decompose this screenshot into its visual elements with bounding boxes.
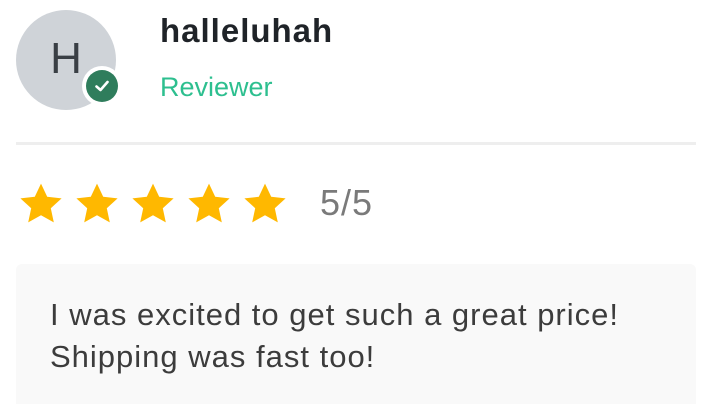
reviewer-role: Reviewer: [160, 72, 273, 102]
rating-score: 5/5: [320, 182, 374, 223]
star-icon: [20, 183, 62, 223]
star-rating: [16, 180, 290, 228]
reviewer-name: halleluhah: [160, 12, 334, 49]
review-text: I was excited to get such a great price!…: [50, 297, 619, 374]
star-icon: [244, 183, 286, 223]
star-icon: [132, 183, 174, 223]
star-icon: [76, 183, 118, 223]
divider: [16, 142, 696, 145]
star-icon: [188, 183, 230, 223]
review-card: H halleluhah Reviewer 5/5 I was excited …: [0, 0, 712, 404]
review-comment-box: I was excited to get such a great price!…: [16, 264, 696, 404]
avatar-initial: H: [50, 34, 82, 83]
verified-badge: [82, 66, 122, 106]
check-icon: [95, 80, 109, 92]
